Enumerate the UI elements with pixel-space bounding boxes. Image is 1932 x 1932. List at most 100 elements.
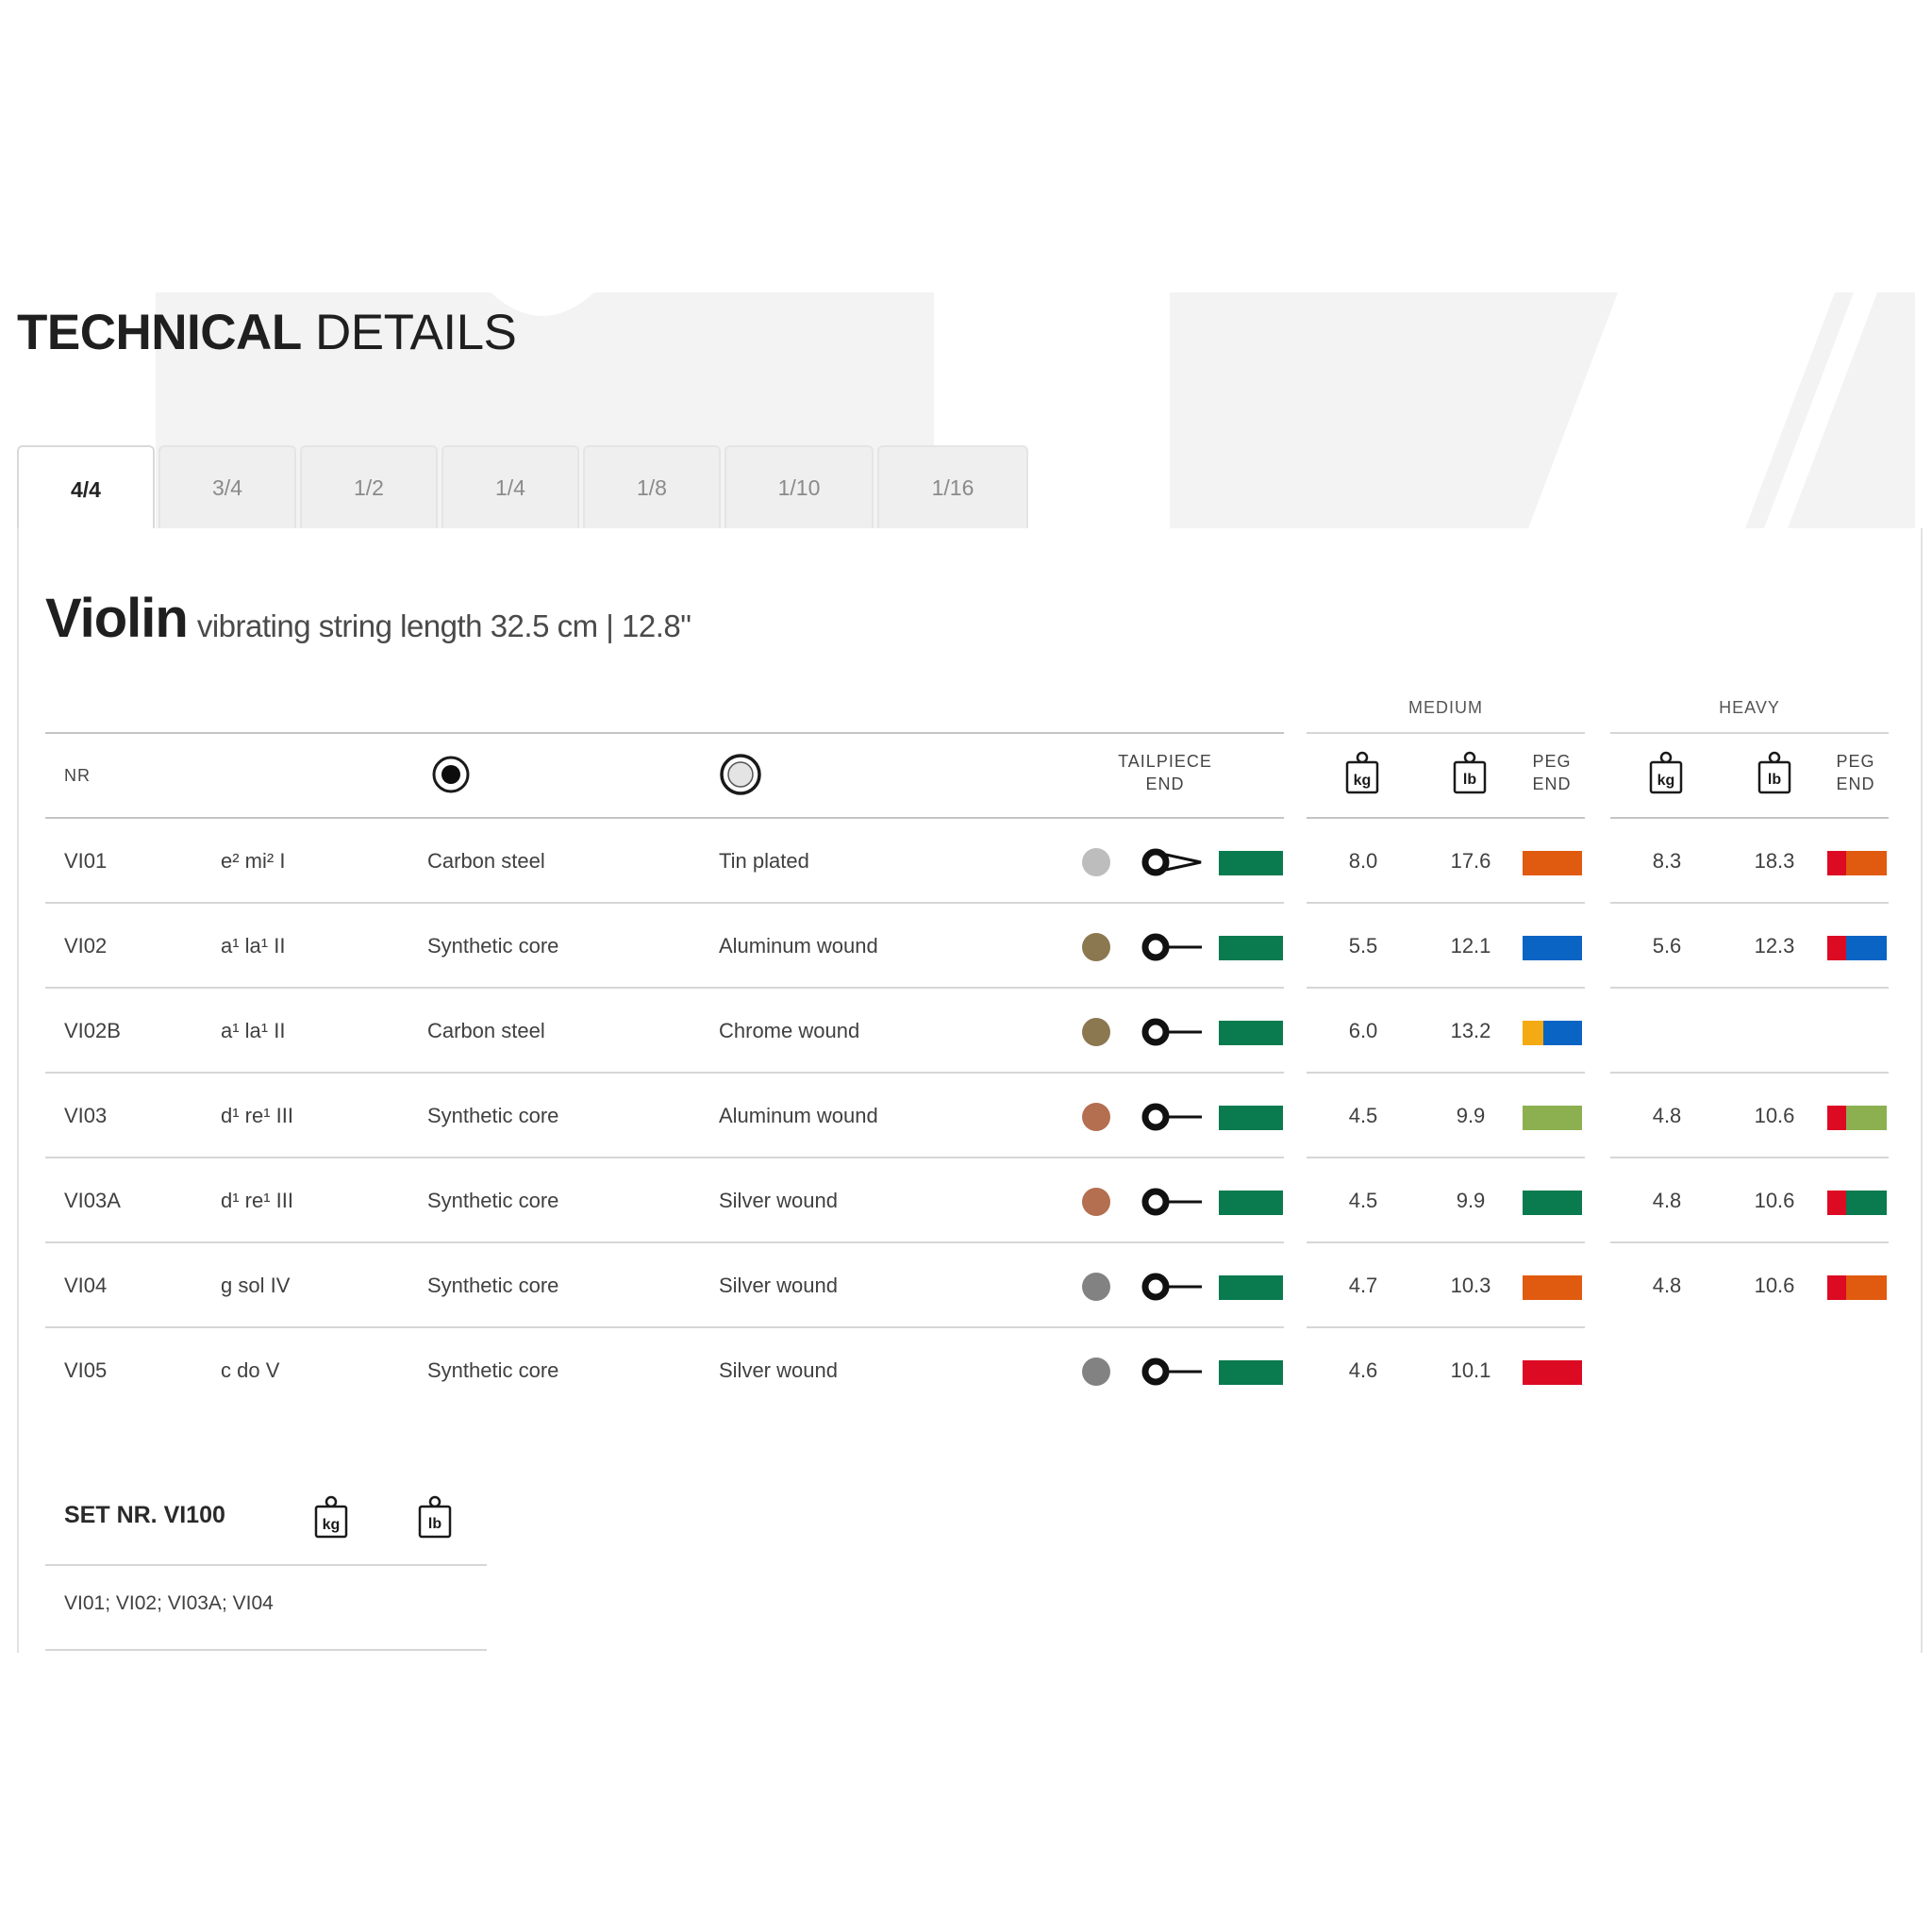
header-medium-peg-end: PEG END [1519, 750, 1585, 795]
winding-color-dot [1082, 1273, 1110, 1301]
color-swatch [1523, 851, 1582, 875]
heavy-kg: 4.8 [1652, 1189, 1682, 1212]
color-swatch [1827, 936, 1846, 960]
color-swatch [1827, 851, 1846, 875]
tab-1-8[interactable]: 1/8 [583, 445, 721, 528]
string-note: a¹ la¹ II [221, 934, 286, 958]
winding-material: Aluminum wound [719, 1104, 878, 1127]
table-row: VI03 d¹ re¹ III Synthetic core Aluminum wou… [0, 1074, 1932, 1158]
heavy-lb: 12.3 [1754, 934, 1795, 958]
table-row: VI04 g sol IV Synthetic core Silver wound 4.… [0, 1243, 1932, 1328]
color-swatch [1219, 851, 1283, 875]
set-header-rule [45, 1564, 487, 1566]
svg-text:lb: lb [428, 1516, 441, 1532]
ball-end-icon [1141, 1103, 1202, 1136]
medium-kg: 6.0 [1348, 1019, 1378, 1042]
svg-text:lb: lb [1463, 772, 1476, 788]
core-material: Synthetic core [427, 1104, 559, 1127]
tailpiece-color-bar [1219, 1360, 1283, 1385]
tailpiece-color-bar [1219, 1021, 1283, 1045]
page-title-bold: TECHNICAL [17, 305, 302, 360]
group-heavy-rule [1610, 732, 1889, 734]
winding-material: Silver wound [719, 1189, 838, 1212]
color-swatch [1219, 1021, 1283, 1045]
color-swatch [1846, 1106, 1887, 1130]
header-top-rule [45, 732, 1284, 734]
color-swatch [1219, 1106, 1283, 1130]
core-material: Carbon steel [427, 849, 545, 873]
winding-color-dot [1082, 1357, 1110, 1386]
tab-1-4[interactable]: 1/4 [441, 445, 579, 528]
medium-peg-color-bar [1523, 1106, 1582, 1130]
tab-1-16[interactable]: 1/16 [877, 445, 1028, 528]
heavy-peg-color-bar [1827, 1275, 1887, 1300]
instrument-subtitle: vibrating string length 32.5 cm | 12.8" [196, 608, 691, 643]
color-swatch [1219, 1275, 1283, 1300]
color-swatch [1523, 1106, 1582, 1130]
medium-lb: 10.1 [1450, 1358, 1491, 1382]
color-swatch [1523, 936, 1582, 960]
color-swatch [1827, 1275, 1846, 1300]
medium-kg: 4.6 [1348, 1358, 1378, 1382]
ball-end-icon [1141, 1357, 1202, 1391]
header-tailpiece-end: TAILPIECE END [1104, 750, 1226, 795]
tailpiece-end-line1: TAILPIECE [1118, 752, 1212, 771]
medium-lb: 12.1 [1450, 934, 1491, 958]
string-note: d¹ re¹ III [221, 1104, 294, 1127]
medium-peg-color-bar [1523, 936, 1582, 960]
tailpiece-end-line2: END [1145, 774, 1185, 793]
tailpiece-color-bar [1219, 936, 1283, 960]
tab-1-10[interactable]: 1/10 [724, 445, 874, 528]
heavy-kg: 8.3 [1652, 849, 1682, 873]
table-row: VI02B a¹ la¹ II Carbon steel Chrome wound 6.… [0, 989, 1932, 1074]
color-swatch [1846, 851, 1887, 875]
instrument-heading: Violin vibrating string length 32.5 cm | … [45, 587, 691, 650]
tab-4-4[interactable]: 4/4 [17, 445, 155, 532]
medium-kg: 4.5 [1348, 1189, 1378, 1212]
color-swatch [1543, 1021, 1582, 1045]
core-material: Synthetic core [427, 1189, 559, 1212]
heavy-peg-color-bar [1827, 936, 1887, 960]
color-swatch [1846, 936, 1887, 960]
color-swatch [1846, 1275, 1887, 1300]
heavy-peg-color-bar [1827, 851, 1887, 875]
winding-material: Chrome wound [719, 1019, 860, 1042]
svg-text:kg: kg [323, 1517, 341, 1533]
ball-end-icon [1141, 1273, 1202, 1306]
winding-color-dot [1082, 1103, 1110, 1131]
tab-1-2[interactable]: 1/2 [300, 445, 438, 528]
tab-3-4[interactable]: 3/4 [158, 445, 296, 528]
kg-weight-icon: kg [1648, 751, 1684, 796]
color-swatch [1827, 1191, 1846, 1215]
color-swatch [1219, 1360, 1283, 1385]
string-number: VI03 [64, 1104, 108, 1127]
winding-material: Aluminum wound [719, 934, 878, 958]
heavy-kg: 4.8 [1652, 1274, 1682, 1297]
loop-end-icon [1141, 848, 1202, 881]
lb-weight-icon: lb [1452, 751, 1488, 796]
string-note: g sol IV [221, 1274, 291, 1297]
medium-lb: 13.2 [1450, 1019, 1491, 1042]
medium-lb: 17.6 [1450, 849, 1491, 873]
string-number: VI05 [64, 1358, 108, 1382]
group-medium-label: MEDIUM [1408, 698, 1483, 717]
table-row: VI01 e² mi² I Carbon steel Tin plated 8.0 17.… [0, 819, 1932, 904]
background-stripes [1528, 292, 1877, 528]
color-swatch [1846, 1191, 1887, 1215]
heavy-peg-color-bar [1827, 1191, 1887, 1215]
lb-weight-icon: lb [417, 1495, 453, 1541]
table-row: VI02 a¹ la¹ II Synthetic core Aluminum woun… [0, 904, 1932, 989]
header-nr: NR [64, 766, 91, 785]
tailpiece-color-bar [1219, 1275, 1283, 1300]
color-swatch [1523, 1021, 1543, 1045]
heavy-kg: 4.8 [1652, 1104, 1682, 1127]
svg-text:kg: kg [1354, 773, 1372, 789]
core-material: Synthetic core [427, 1274, 559, 1297]
medium-lb: 10.3 [1450, 1274, 1491, 1297]
medium-lb: 9.9 [1456, 1189, 1486, 1212]
color-swatch [1523, 1360, 1582, 1385]
tailpiece-color-bar [1219, 1106, 1283, 1130]
peg-end-line1: PEG [1532, 752, 1572, 771]
ball-end-icon [1141, 1018, 1202, 1051]
heavy-lb: 10.6 [1754, 1189, 1795, 1212]
